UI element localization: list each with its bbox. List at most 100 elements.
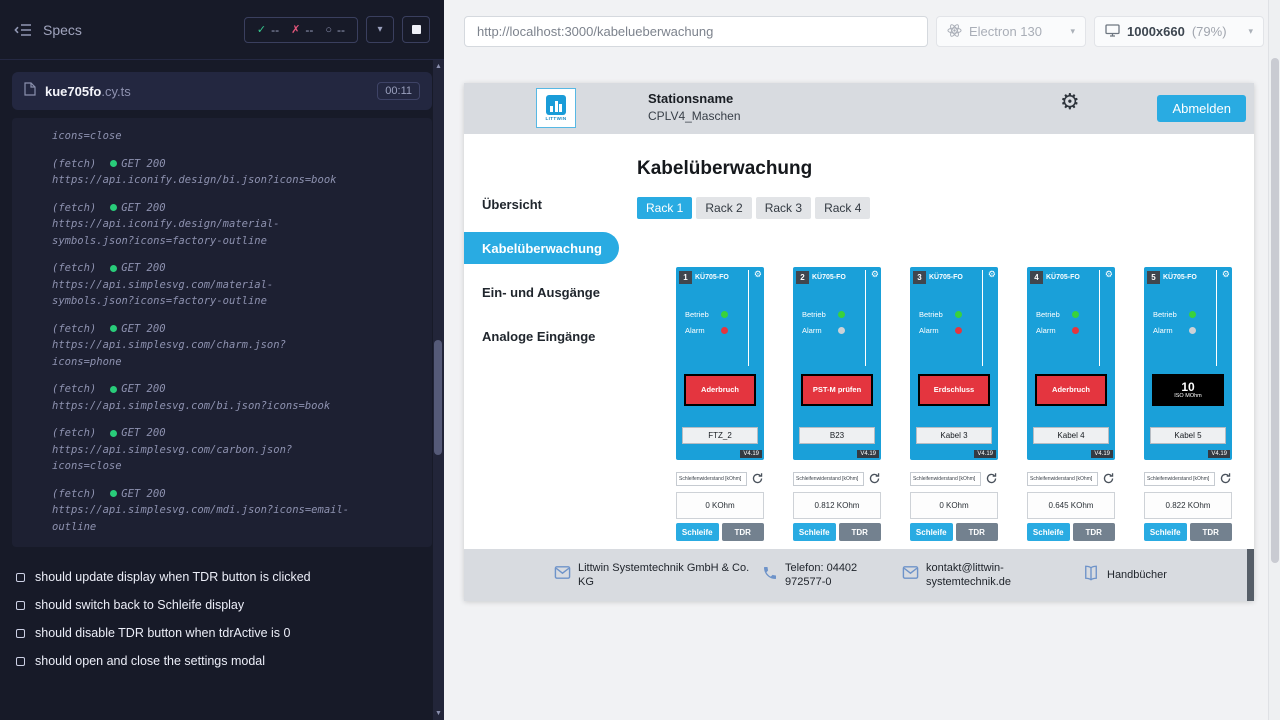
status-dot-icon — [110, 430, 117, 437]
browser-selector[interactable]: Electron 130 ▾ — [936, 16, 1086, 47]
tdr-button[interactable]: TDR — [839, 523, 882, 541]
refresh-icon[interactable] — [1219, 472, 1232, 485]
measurement-label: Schleifenwiderstand [kOhm] — [910, 472, 981, 486]
chevron-down-button[interactable]: ▾ — [366, 16, 394, 43]
refresh-icon[interactable] — [1102, 472, 1115, 485]
measurement-value: 0.812 KOhm — [793, 492, 881, 519]
app-viewport: LITTWIN Stationsname CPLV4_Maschen ⚙ Abm… — [464, 83, 1254, 601]
log-entry[interactable]: (fetch)GET 200 https://api.simplesvg.com… — [52, 260, 422, 310]
sidebar-item-kabelueberwachung[interactable]: Kabelüberwachung — [464, 232, 619, 264]
sidebar-item-analoge-eingaenge[interactable]: Analoge Eingänge — [464, 314, 619, 358]
pending-icon: ○ — [325, 24, 332, 36]
device-card-4: 4 KÜ705-FO ⚙ Betrieb Alarm Aderbruch Kab… — [1027, 267, 1115, 541]
card-settings-icon[interactable]: ⚙ — [988, 270, 996, 279]
logo-icon — [546, 95, 566, 115]
alarm-led — [955, 327, 962, 334]
monitor-icon — [1105, 24, 1120, 40]
runner-scrollbar-thumb[interactable] — [434, 340, 442, 455]
log-entry[interactable]: (fetch)GET 200 https://api.simplesvg.com… — [52, 486, 422, 536]
test-stats: ✓-- ✗-- ○-- — [244, 17, 358, 43]
card-settings-icon[interactable]: ⚙ — [1105, 270, 1113, 279]
email-icon — [902, 564, 919, 586]
status-display: Erdschluss — [918, 374, 990, 406]
refresh-icon[interactable] — [751, 472, 764, 485]
measurement-value: 0 KOhm — [910, 492, 998, 519]
tab-rack-4[interactable]: Rack 4 — [815, 197, 870, 219]
cable-name: Kabel 4 — [1033, 427, 1109, 444]
alarm-led — [1189, 327, 1196, 334]
log-entry[interactable]: (fetch)GET 200 https://api.simplesvg.com… — [52, 381, 422, 414]
log-entry[interactable]: icons=close — [52, 128, 422, 145]
logout-button[interactable]: Abmelden — [1157, 95, 1246, 122]
tdr-button[interactable]: TDR — [1073, 523, 1116, 541]
electron-icon — [947, 23, 962, 41]
device-number: 3 — [913, 271, 926, 284]
chevron-down-icon: ▾ — [1070, 26, 1075, 37]
measurement-label: Schleifenwiderstand [kOhm] — [1027, 472, 1098, 486]
specs-menu-icon[interactable] — [14, 22, 34, 38]
tdr-button[interactable]: TDR — [1190, 523, 1233, 541]
runner-scrollbar[interactable]: ▲ ▼ — [433, 60, 444, 720]
page-scrollbar[interactable] — [1268, 0, 1280, 720]
app-footer: Littwin Systemtechnik GmbH & Co. KG Tele… — [464, 549, 1254, 601]
panel-divider — [748, 270, 749, 366]
stop-button[interactable] — [402, 16, 430, 43]
card-settings-icon[interactable]: ⚙ — [1222, 270, 1230, 279]
device-panel: 2 KÜ705-FO ⚙ Betrieb Alarm PST-M prüfen … — [793, 267, 881, 460]
url-input[interactable] — [464, 16, 928, 47]
sidebar-item-uebersicht[interactable]: Übersicht — [464, 182, 619, 226]
log-entry[interactable]: (fetch)GET 200 https://api.simplesvg.com… — [52, 425, 422, 475]
measurement-label: Schleifenwiderstand [kOhm] — [1144, 472, 1215, 486]
settings-gear-icon[interactable]: ⚙ — [1060, 91, 1080, 113]
device-panel: 4 KÜ705-FO ⚙ Betrieb Alarm Aderbruch Kab… — [1027, 267, 1115, 460]
refresh-icon[interactable] — [868, 472, 881, 485]
spec-file-row[interactable]: kue705fo .cy.ts 00:11 — [12, 72, 432, 110]
device-number: 2 — [796, 271, 809, 284]
betrieb-led — [1189, 311, 1196, 318]
schleife-button[interactable]: Schleife — [676, 523, 719, 541]
page-scrollbar-thumb[interactable] — [1271, 58, 1279, 563]
passed-count: ✓-- — [257, 23, 279, 37]
alarm-led — [1072, 327, 1079, 334]
test-item[interactable]: should disable TDR button when tdrActive… — [0, 619, 444, 647]
viewport-selector[interactable]: 1000x660 (79%) ▾ — [1094, 16, 1264, 47]
measurement-value: 0 KOhm — [676, 492, 764, 519]
station-label: Stationsname — [648, 91, 733, 106]
schleife-button[interactable]: Schleife — [910, 523, 953, 541]
phone-icon — [762, 565, 778, 586]
scroll-up-icon[interactable]: ▲ — [433, 63, 444, 70]
tdr-button[interactable]: TDR — [956, 523, 999, 541]
schleife-button[interactable]: Schleife — [1144, 523, 1187, 541]
tdr-button[interactable]: TDR — [722, 523, 765, 541]
browser-toolbar: Electron 130 ▾ 1000x660 (79%) ▾ — [444, 0, 1280, 64]
log-entry[interactable]: (fetch)GET 200 https://api.iconify.desig… — [52, 156, 422, 189]
screen: Specs ✓-- ✗-- ○-- ▾ kue705fo .cy.ts 00:1… — [0, 0, 1280, 720]
command-log: icons=close (fetch)GET 200 https://api.i… — [12, 118, 432, 547]
littwin-logo: LITTWIN — [536, 88, 576, 128]
app-header: LITTWIN Stationsname CPLV4_Maschen ⚙ Abm… — [464, 83, 1254, 134]
tab-rack-1[interactable]: Rack 1 — [637, 197, 692, 219]
tab-rack-2[interactable]: Rack 2 — [696, 197, 751, 219]
test-item[interactable]: should switch back to Schleife display — [0, 591, 444, 619]
test-item[interactable]: should open and close the settings modal — [0, 647, 444, 675]
app-scrollbar-thumb[interactable] — [1247, 549, 1254, 601]
sidebar-item-ein-und-ausgaenge[interactable]: Ein- und Ausgänge — [464, 270, 619, 314]
failed-count: ✗-- — [291, 23, 313, 37]
card-settings-icon[interactable]: ⚙ — [871, 270, 879, 279]
card-settings-icon[interactable]: ⚙ — [754, 270, 762, 279]
tab-rack-3[interactable]: Rack 3 — [756, 197, 811, 219]
refresh-icon[interactable] — [985, 472, 998, 485]
log-entry[interactable]: (fetch)GET 200 https://api.iconify.desig… — [52, 200, 422, 250]
footer-email[interactable]: kontakt@littwin-systemtechnik.de — [902, 549, 1051, 601]
log-entry[interactable]: (fetch)GET 200 https://api.simplesvg.com… — [52, 321, 422, 371]
app-sidebar: Übersicht Kabelüberwachung Ein- und Ausg… — [464, 134, 619, 549]
test-state-icon — [16, 601, 25, 610]
scroll-down-icon[interactable]: ▼ — [433, 710, 444, 717]
footer-manuals[interactable]: Handbücher — [1082, 549, 1167, 601]
schleife-button[interactable]: Schleife — [1027, 523, 1070, 541]
footer-phone[interactable]: Telefon: 04402 972577-0 — [762, 549, 900, 601]
test-item[interactable]: should update display when TDR button is… — [0, 563, 444, 591]
schleife-button[interactable]: Schleife — [793, 523, 836, 541]
status-dot-icon — [110, 325, 117, 332]
status-dot-icon — [110, 490, 117, 497]
